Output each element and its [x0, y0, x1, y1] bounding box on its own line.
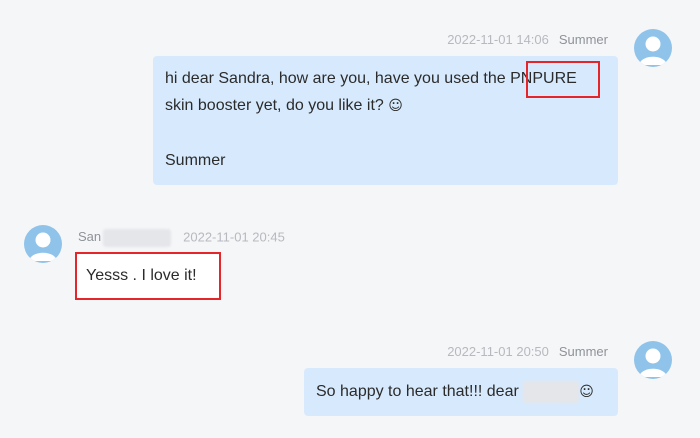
message-1-text-b: skin booster yet, do you like it?	[165, 97, 389, 114]
message-3-meta: 2022-11-01 20:50 Summer	[447, 344, 608, 359]
message-1-sender: Summer	[558, 32, 608, 47]
redacted-name	[103, 229, 172, 247]
message-3-timestamp: 2022-11-01 20:50	[447, 344, 549, 359]
smiley-emoji-icon: ☺	[388, 98, 403, 114]
message-2-sender-visible: San	[78, 229, 102, 245]
message-1-line-1: hi dear Sandra, how are you, have you us…	[165, 65, 606, 92]
message-2-timestamp: 2022-11-01 20:45	[183, 229, 285, 245]
highlighted-brand-text: PNPURE	[510, 70, 577, 87]
message-3-bubble[interactable]: So happy to hear that!!! dear ☺	[304, 368, 618, 416]
message-1-line-2: skin booster yet, do you like it? ☺	[165, 92, 606, 120]
smiley-emoji-icon: ☺	[579, 384, 594, 400]
message-1-meta: 2022-11-01 14:06 Summer	[447, 32, 608, 47]
message-1-signature: Summer	[165, 152, 226, 169]
message-1-timestamp: 2022-11-01 14:06	[447, 32, 549, 47]
user-avatar-icon[interactable]	[634, 29, 672, 67]
message-1-text-a: hi dear Sandra, how are you, have you us…	[165, 70, 511, 87]
message-1-bubble[interactable]: hi dear Sandra, how are you, have you us…	[153, 56, 618, 185]
message-3-sender: Summer	[558, 344, 608, 359]
message-2-meta: San 2022-11-01 20:45	[78, 229, 285, 247]
redacted-name	[523, 380, 580, 403]
message-2-sender: San	[78, 229, 172, 247]
message-2-bubble[interactable]: Yesss . I love it!	[76, 254, 220, 298]
user-avatar-icon[interactable]	[634, 341, 672, 379]
contact-avatar-icon[interactable]	[24, 225, 62, 263]
message-3-text: So happy to hear that!!! dear	[316, 383, 524, 400]
message-2-text: Yesss . I love it!	[86, 267, 197, 284]
